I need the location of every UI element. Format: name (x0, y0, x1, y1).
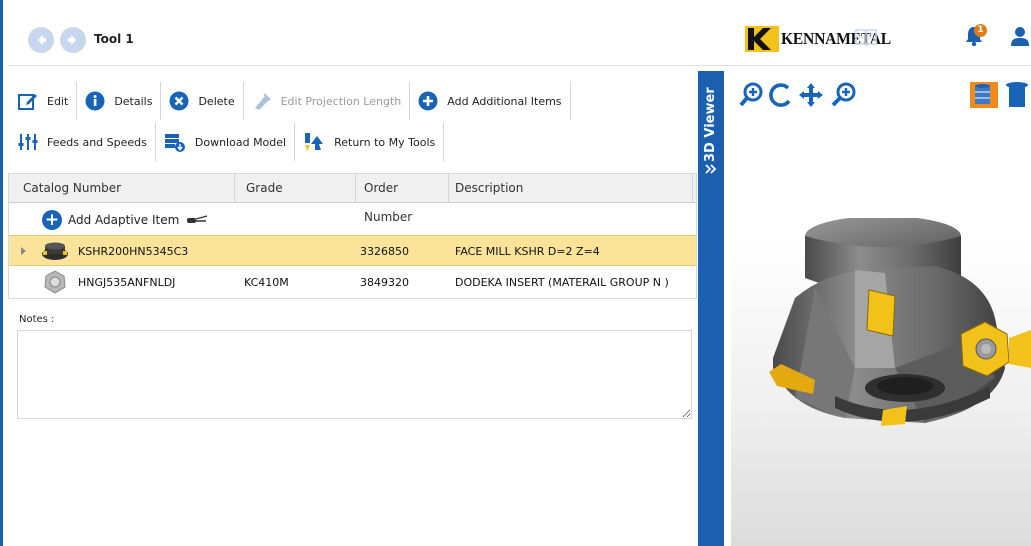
book-icon[interactable] (855, 27, 877, 50)
feeds-and-speeds-label: Feeds and Speeds (47, 135, 147, 149)
toolbar-row-2: Feeds and Speeds Download Model Return t… (8, 122, 445, 162)
face-mill-thumbnail (41, 240, 69, 265)
info-icon (85, 91, 105, 111)
items-table: Catalog Number Grade Order Number Descri… (8, 173, 697, 299)
zoom-extents-icon[interactable] (829, 82, 857, 111)
back-arrow-icon (38, 35, 46, 45)
order-number-cell: 3849320 (360, 276, 409, 289)
toolbar-row-1: Edit Details Delete Edit Projection Leng… (8, 81, 571, 121)
add-additional-items-button[interactable]: Add Additional Items (410, 82, 571, 120)
expand-arrow-icon[interactable] (21, 247, 26, 255)
back-button[interactable] (28, 27, 54, 53)
edit-projection-length-label: Edit Projection Length (280, 94, 402, 108)
catalog-number-cell: HNGJ535ANFNLDJ (78, 276, 176, 289)
grade-cell: KC410M (244, 276, 289, 289)
col-description[interactable]: Description (449, 174, 693, 203)
add-icon: + (42, 209, 62, 230)
notes-field[interactable] (17, 330, 692, 419)
edit-icon (18, 92, 38, 110)
add-additional-items-label: Add Additional Items (447, 94, 562, 108)
left-edge-bar (0, 0, 3, 546)
delete-button[interactable]: Delete (161, 82, 244, 120)
table-row[interactable]: HNGJ535ANFNLDJ KC410M 3849320 DODEKA INS… (9, 267, 696, 298)
tool-title: Tool 1 (94, 32, 134, 46)
return-to-my-tools-button[interactable]: Return to My Tools (295, 123, 445, 161)
description-cell: FACE MILL KSHR D=2 Z=4 (455, 245, 600, 258)
user-icon[interactable] (1009, 25, 1031, 50)
viewer-tab-text: 3D Viewer (703, 87, 718, 162)
table-header: Catalog Number Grade Order Number Descri… (9, 174, 696, 224)
forward-button[interactable] (60, 27, 86, 53)
kennametal-logo: KENNAMETAL (745, 25, 900, 53)
add-adaptive-item-label: Add Adaptive Item (68, 212, 180, 227)
notification-badge: 1 (974, 24, 987, 37)
description-cell: DODEKA INSERT (MATERAIL GROUP N ) (455, 276, 669, 289)
adaptive-item-icon (186, 214, 208, 225)
edit-button[interactable]: Edit (8, 82, 78, 120)
edit-label: Edit (47, 94, 69, 108)
col-order-number[interactable]: Order Number (356, 174, 449, 224)
view-transparent-icon[interactable] (1003, 81, 1031, 112)
toolbar: Edit Details Delete Edit Projection Leng… (8, 72, 698, 170)
download-model-label: Download Model (194, 135, 287, 149)
insert-thumbnail (43, 270, 67, 297)
catalog-number-cell: KSHR200HN5345C3 (78, 245, 189, 258)
details-button[interactable]: Details (77, 82, 162, 120)
logo-k-mark (745, 26, 779, 52)
details-label: Details (114, 94, 153, 108)
feeds-and-speeds-button[interactable]: Feeds and Speeds (8, 123, 156, 161)
notes-label: Notes : (19, 314, 55, 325)
add-adaptive-item-row[interactable]: + Add Adaptive Item (9, 204, 696, 235)
sliders-icon (18, 132, 38, 152)
return-to-tools-icon (303, 132, 325, 152)
col-grade[interactable]: Grade (235, 174, 356, 203)
download-model-icon (164, 132, 186, 152)
download-model-button[interactable]: Download Model (156, 123, 296, 161)
delete-icon (169, 91, 189, 111)
view-solid-icon[interactable] (969, 81, 999, 112)
table-row[interactable]: KSHR200HN5345C3 3326850 FACE MILL KSHR D… (9, 235, 696, 266)
pan-icon[interactable] (798, 82, 824, 111)
add-icon (418, 91, 438, 111)
col-catalog-number[interactable]: Catalog Number (9, 174, 235, 203)
projection-length-icon (252, 91, 272, 111)
forward-arrow-icon (68, 35, 76, 45)
collapse-arrows-icon (705, 164, 717, 174)
zoom-in-icon[interactable] (739, 82, 763, 111)
app-header: Tool 1 KENNAMETAL 1 (8, 0, 1031, 66)
delete-label: Delete (198, 94, 235, 108)
order-number-cell: 3326850 (360, 245, 409, 258)
return-to-my-tools-label: Return to My Tools (334, 135, 436, 149)
3d-viewer[interactable] (731, 72, 1031, 546)
face-mill-3d-model (769, 218, 1031, 426)
edit-projection-length-button[interactable]: Edit Projection Length (244, 82, 411, 120)
rotate-icon[interactable] (767, 81, 793, 112)
